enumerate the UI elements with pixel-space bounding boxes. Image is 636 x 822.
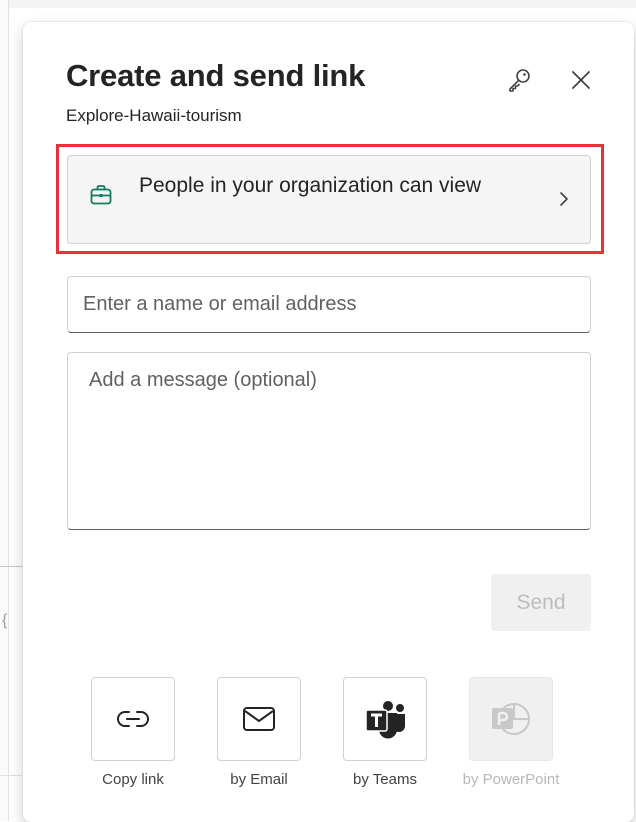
share-by-email-label: by Email [230,771,288,788]
mail-icon [243,707,275,731]
link-settings-button[interactable] [501,62,537,98]
background-app-toolbar [0,0,636,8]
close-button[interactable] [563,62,599,98]
background-partial-glyph: { [2,612,8,629]
link-icon [117,711,149,727]
background-divider-lower [0,775,22,776]
teams-icon [365,701,405,739]
send-button[interactable]: Send [491,574,591,631]
key-icon [509,69,530,92]
message-input[interactable] [67,352,591,530]
share-by-teams-button[interactable] [343,677,427,761]
dialog-subtitle: Explore-Hawaii-tourism [66,106,242,125]
share-by-teams-label: by Teams [353,771,417,788]
share-by-powerpoint-button[interactable] [469,677,553,761]
share-dialog: Create and send link Explore-Hawaii-tour… [23,22,634,822]
recipient-input[interactable] [67,276,591,333]
dialog-title: Create and send link [66,58,366,93]
background-app-pane [0,0,9,821]
powerpoint-icon [492,703,530,735]
share-by-powerpoint-label: by PowerPoint [462,771,560,788]
background-divider [0,566,22,567]
highlight-box [56,144,604,254]
copy-link-label: Copy link [102,771,164,788]
copy-link-button[interactable] [91,677,175,761]
share-by-email-button[interactable] [217,677,301,761]
close-icon [572,71,590,89]
